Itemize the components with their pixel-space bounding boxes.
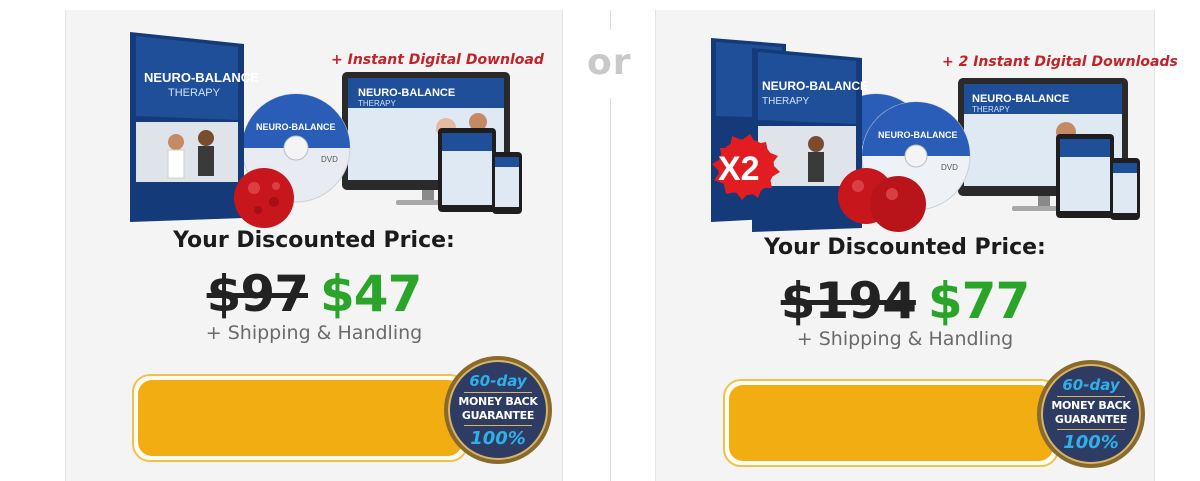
badge-divider: [464, 392, 532, 393]
product-bundle-image: NEURO-BALANCE THERAPY NEURO-BALANCE DVD …: [711, 38, 1140, 232]
offer-page: + Instant Digital Download NEURO-BALANCE…: [0, 0, 1200, 481]
order-button-frame: [132, 374, 468, 462]
phone-icon: [492, 152, 522, 214]
discounted-price: $77: [927, 272, 1030, 330]
separator-line: [610, 98, 611, 481]
svg-text:X2: X2: [718, 150, 760, 188]
badge-guarantee: GUARANTEE: [1054, 413, 1128, 426]
price-row: $97 $47: [66, 265, 562, 323]
badge-money-back: MONEY BACK: [458, 395, 538, 408]
badge-divider: [464, 425, 532, 426]
badge-divider: [1057, 429, 1125, 430]
svg-text:THERAPY: THERAPY: [972, 105, 1010, 114]
svg-text:THERAPY: THERAPY: [358, 99, 396, 108]
svg-text:DVD: DVD: [321, 155, 338, 164]
original-price: $97: [206, 265, 309, 323]
money-back-guarantee-badge: 60-day MONEY BACK GUARANTEE 100%: [444, 356, 552, 464]
svg-text:NEURO-BALANCE: NEURO-BALANCE: [144, 70, 259, 85]
order-button-frame: [723, 379, 1059, 467]
tablet-icon: [438, 128, 496, 212]
svg-text:THERAPY: THERAPY: [762, 96, 810, 107]
badge-percent: 100%: [1063, 432, 1119, 453]
separator-line: [610, 10, 611, 30]
order-button[interactable]: [729, 385, 1053, 461]
badge-days: 60-day: [1062, 376, 1120, 394]
svg-text:NEURO-BALANCE: NEURO-BALANCE: [358, 87, 455, 99]
phone-icon: [1110, 158, 1140, 220]
svg-text:NEURO-BALANCE: NEURO-BALANCE: [972, 93, 1069, 105]
offer-card-single: + Instant Digital Download NEURO-BALANCE…: [65, 10, 563, 481]
or-separator: or: [587, 42, 632, 83]
original-price: $194: [780, 272, 917, 330]
offer-card-double: + 2 Instant Digital Downloads NEURO-BALA…: [655, 10, 1178, 481]
svg-text:NEURO-BALANCE: NEURO-BALANCE: [878, 130, 958, 140]
price-title: Your Discounted Price:: [764, 235, 1046, 260]
svg-text:NEURO-BALANCE: NEURO-BALANCE: [762, 79, 868, 93]
badge-divider: [1057, 396, 1125, 397]
svg-text:NEURO-BALANCE: NEURO-BALANCE: [256, 122, 336, 132]
shipping-note: + Shipping & Handling: [796, 328, 1014, 350]
badge-guarantee: GUARANTEE: [461, 409, 535, 422]
price-title: Your Discounted Price:: [173, 228, 455, 253]
svg-text:DVD: DVD: [941, 163, 958, 172]
tablet-icon: [1056, 134, 1114, 218]
discounted-price: $47: [320, 265, 422, 323]
product-bundle-image: NEURO-BALANCE THERAPY NEURO-BALANCE DVD …: [130, 32, 522, 228]
badge-percent: 100%: [470, 428, 526, 449]
money-back-guarantee-badge: 60-day MONEY BACK GUARANTEE 100%: [1037, 360, 1145, 468]
badge-days: 60-day: [469, 372, 527, 390]
svg-text:THERAPY: THERAPY: [168, 87, 221, 99]
order-button[interactable]: [138, 380, 462, 456]
shipping-note: + Shipping & Handling: [205, 322, 423, 344]
badge-money-back: MONEY BACK: [1051, 399, 1131, 412]
massage-ball-icon: [234, 168, 294, 228]
price-row: $194 $77: [656, 272, 1154, 330]
